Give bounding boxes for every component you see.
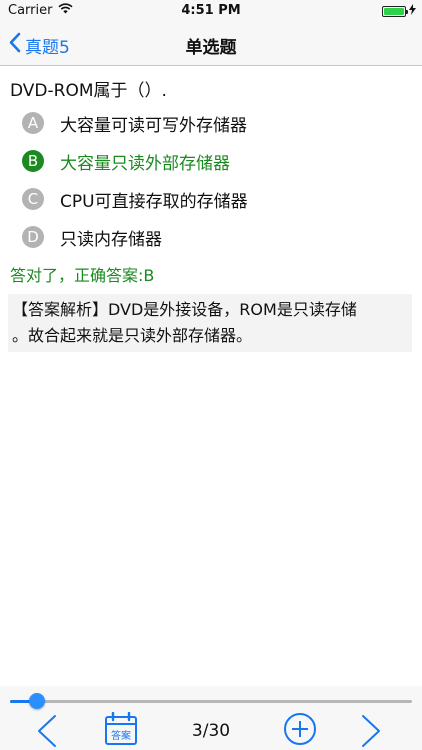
result-message: 答对了，正确答案:B bbox=[10, 266, 155, 285]
option-letter-badge: D bbox=[22, 226, 44, 248]
charging-icon bbox=[409, 4, 416, 19]
next-button[interactable] bbox=[360, 714, 382, 750]
option-c[interactable]: C CPU可直接存取的存储器 bbox=[22, 180, 248, 218]
plus-circle-icon bbox=[283, 713, 317, 750]
status-right bbox=[382, 4, 416, 19]
question-text: DVD-ROM属于（）. bbox=[10, 81, 167, 101]
slider-track bbox=[10, 700, 412, 703]
add-button[interactable] bbox=[283, 712, 317, 750]
toolbar: 答案 3/30 bbox=[0, 710, 422, 750]
slider-thumb[interactable] bbox=[28, 693, 45, 709]
page-title: 单选题 bbox=[185, 38, 237, 58]
bottom-toolbar-area: 答案 3/30 bbox=[0, 686, 422, 750]
option-b[interactable]: B 大容量只读外部存储器 bbox=[22, 142, 248, 180]
analysis-line: 。故合起来就是只读外部存储器。 bbox=[12, 326, 253, 345]
page-indicator: 3/30 bbox=[191, 721, 231, 741]
battery-icon bbox=[382, 6, 408, 17]
option-a[interactable]: A 大容量可读可写外存储器 bbox=[22, 104, 248, 142]
chevron-right-icon bbox=[360, 715, 382, 750]
option-letter-badge: B bbox=[22, 150, 44, 172]
option-text: 大容量可读可写外存储器 bbox=[60, 115, 247, 136]
option-text: CPU可直接存取的存储器 bbox=[60, 191, 248, 212]
option-letter-badge: C bbox=[22, 188, 44, 210]
option-letter-badge: A bbox=[22, 112, 44, 134]
status-time: 4:51 PM bbox=[181, 3, 241, 18]
analysis-line: 【答案解析】DVD是外接设备，ROM是只读存储 bbox=[12, 300, 357, 319]
answer-analysis: 【答案解析】DVD是外接设备，ROM是只读存储 。故合起来就是只读外部存储器。 bbox=[8, 294, 412, 352]
option-text: 大容量只读外部存储器 bbox=[60, 153, 230, 174]
option-text: 只读内存储器 bbox=[60, 229, 162, 250]
option-d[interactable]: D 只读内存储器 bbox=[22, 218, 248, 256]
progress-slider[interactable] bbox=[10, 690, 412, 712]
options-list: A 大容量可读可写外存储器 B 大容量只读外部存储器 C CPU可直接存取的存储… bbox=[22, 104, 248, 256]
nav-bar: 真题5 单选题 bbox=[0, 22, 422, 66]
status-bar: Carrier 4:51 PM bbox=[0, 0, 422, 22]
